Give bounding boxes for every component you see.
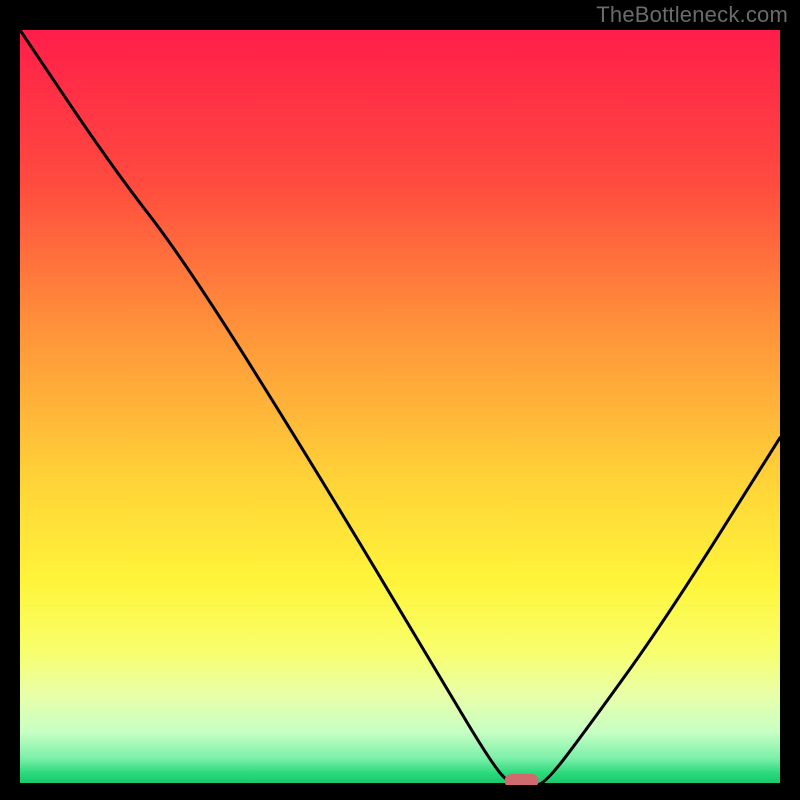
watermark-text: TheBottleneck.com [596, 2, 788, 28]
gradient-rect [20, 30, 780, 785]
min-marker [505, 774, 539, 785]
chart-frame: TheBottleneck.com [0, 0, 800, 800]
chart-svg [20, 30, 780, 785]
plot-area [20, 30, 780, 785]
